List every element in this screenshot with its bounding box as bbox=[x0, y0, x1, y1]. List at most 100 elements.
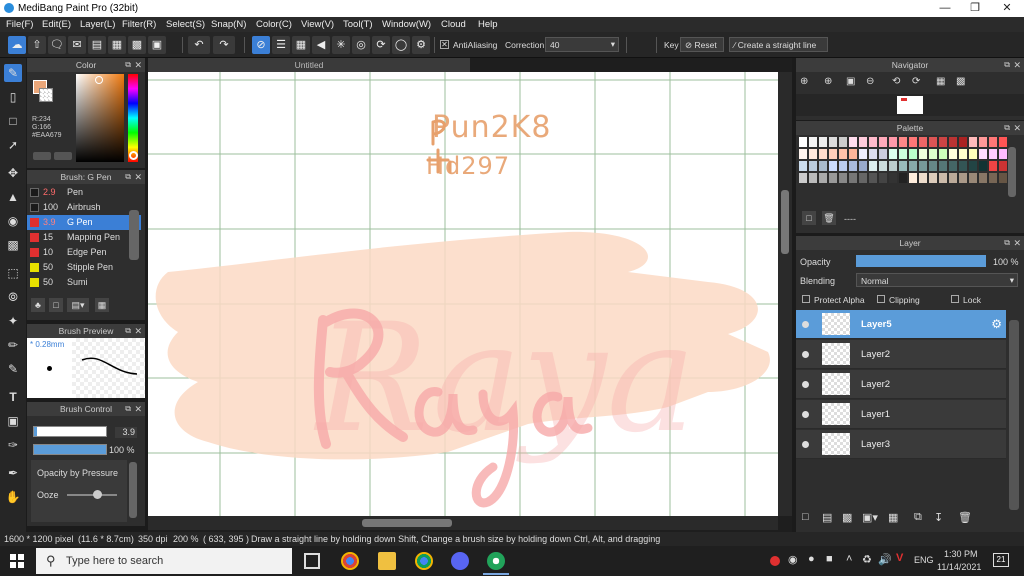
magic-wand-tool-icon[interactable]: ✦ bbox=[4, 312, 22, 330]
add-brush-icon[interactable]: ♣ bbox=[31, 298, 45, 312]
straight-line-button[interactable]: ∕ Create a straight line bbox=[729, 37, 828, 52]
layer-row[interactable]: Layer1 bbox=[796, 400, 1006, 429]
move-tool-icon[interactable]: ✥ bbox=[4, 164, 22, 182]
palette-swatch[interactable] bbox=[929, 161, 937, 171]
add-layer-menu-icon[interactable]: ▣▾ bbox=[862, 511, 878, 524]
hue-slider[interactable] bbox=[128, 74, 138, 162]
select-eraser-tool-icon[interactable]: ✎ bbox=[4, 360, 22, 378]
correction-select[interactable]: 40 ▾ bbox=[545, 37, 619, 52]
palette-swatch[interactable] bbox=[819, 137, 827, 147]
cloud-icon[interactable]: ☁ bbox=[8, 36, 26, 54]
layer-list-scrollbar[interactable] bbox=[1009, 320, 1019, 510]
new-brush-icon[interactable]: □ bbox=[49, 298, 63, 312]
palette-swatch[interactable] bbox=[839, 137, 847, 147]
eye-icon[interactable] bbox=[802, 441, 809, 448]
close-icon[interactable]: ✕ bbox=[1013, 58, 1021, 72]
clipping-checkbox[interactable] bbox=[877, 295, 885, 303]
palette-swatch[interactable] bbox=[869, 161, 877, 171]
popout-icon[interactable]: ⧉ bbox=[125, 58, 131, 72]
layer-row[interactable]: Layer3 bbox=[796, 430, 1006, 459]
layout-icon[interactable]: ▦ bbox=[108, 36, 126, 54]
palette-swatch[interactable] bbox=[949, 149, 957, 159]
brush-size-value[interactable]: 3.9 bbox=[115, 427, 137, 438]
color-picker-cursor[interactable] bbox=[95, 76, 103, 84]
minimize-button[interactable]: — bbox=[930, 0, 960, 17]
palette-swatch[interactable] bbox=[869, 137, 877, 147]
brush-settings-icon[interactable]: ▦ bbox=[95, 298, 109, 312]
menu-window[interactable]: Window(W) bbox=[382, 19, 431, 30]
palette-swatch[interactable] bbox=[969, 173, 977, 183]
popout-icon[interactable]: ⧉ bbox=[125, 402, 131, 416]
brush-item-stipple-pen[interactable]: 50 Stipple Pen bbox=[27, 260, 141, 275]
palette-swatch[interactable] bbox=[959, 149, 967, 159]
brush-size-slider[interactable] bbox=[33, 426, 107, 437]
curve-snap-icon[interactable]: ⟳ bbox=[372, 36, 390, 54]
zoom-in-icon[interactable]: ⊕ bbox=[800, 76, 815, 91]
brush-item-sumi[interactable]: 50 Sumi bbox=[27, 275, 141, 290]
eraser-tool-icon[interactable]: ▯ bbox=[4, 88, 22, 106]
view-settings-icon[interactable]: ▩ bbox=[956, 76, 971, 91]
palette-swatch[interactable] bbox=[819, 149, 827, 159]
layer-row[interactable]: Layer2 bbox=[796, 370, 1006, 399]
brush-tool-icon[interactable]: ✎ bbox=[4, 64, 22, 82]
popout-icon[interactable]: ⧉ bbox=[125, 170, 131, 184]
palette-swatch[interactable] bbox=[919, 149, 927, 159]
popout-icon[interactable]: ⧉ bbox=[1004, 236, 1010, 250]
close-icon[interactable]: ✕ bbox=[134, 402, 142, 416]
layer-opacity-slider[interactable] bbox=[856, 255, 986, 267]
palette-swatch[interactable] bbox=[889, 173, 897, 183]
palette-swatch[interactable] bbox=[979, 161, 987, 171]
protect-alpha-checkbox[interactable] bbox=[802, 295, 810, 303]
navigator-preview[interactable] bbox=[796, 94, 1024, 116]
vertical-scroll-thumb[interactable] bbox=[781, 190, 789, 254]
palette-swatch[interactable] bbox=[959, 173, 967, 183]
grid-snap-icon[interactable]: ▦ bbox=[292, 36, 310, 54]
palette-swatch[interactable] bbox=[939, 137, 947, 147]
tray-app-icon[interactable]: ■ bbox=[826, 553, 833, 565]
volume-icon[interactable]: 🔊 bbox=[878, 553, 892, 566]
palette-scrollbar[interactable] bbox=[1008, 147, 1016, 197]
palette-swatch[interactable] bbox=[969, 161, 977, 171]
document-tab[interactable]: Untitled bbox=[148, 58, 470, 72]
merge-layer-icon[interactable]: ↧ bbox=[934, 511, 943, 524]
popout-icon[interactable]: ⧉ bbox=[1004, 121, 1010, 135]
palette-swatch[interactable] bbox=[979, 137, 987, 147]
folder-icon[interactable]: ▦ bbox=[888, 511, 898, 524]
notification-icon[interactable]: 21 bbox=[993, 553, 1009, 567]
palette-swatch[interactable] bbox=[829, 149, 837, 159]
palette-swatch[interactable] bbox=[819, 173, 827, 183]
palette-swatch[interactable] bbox=[829, 137, 837, 147]
palette-swatch[interactable] bbox=[889, 137, 897, 147]
palette-swatch[interactable] bbox=[899, 137, 907, 147]
palette-swatch[interactable] bbox=[979, 149, 987, 159]
layer-row[interactable]: Layer2 bbox=[796, 340, 1006, 369]
palette-swatch[interactable] bbox=[999, 161, 1007, 171]
palette-swatch[interactable] bbox=[979, 173, 987, 183]
tray-app-icon[interactable]: ● bbox=[808, 553, 815, 565]
select-tool-icon[interactable]: ⬚ bbox=[4, 264, 22, 282]
canvas-vertical-scrollbar[interactable] bbox=[778, 72, 792, 516]
eye-icon[interactable] bbox=[802, 321, 809, 328]
brush-control-scrollbar[interactable] bbox=[129, 462, 137, 518]
popout-icon[interactable]: ⧉ bbox=[1004, 58, 1010, 72]
color-swap-button[interactable] bbox=[54, 152, 72, 160]
hue-handle[interactable] bbox=[129, 151, 138, 160]
palette-swatch[interactable] bbox=[909, 137, 917, 147]
close-icon[interactable]: ✕ bbox=[1013, 121, 1021, 135]
undo-icon[interactable]: ↶ bbox=[188, 36, 210, 54]
grid-view-icon[interactable]: ▩ bbox=[128, 36, 146, 54]
palette-swatch[interactable] bbox=[869, 149, 877, 159]
palette-swatch[interactable] bbox=[909, 149, 917, 159]
antialias-checkbox[interactable]: ✕ bbox=[440, 40, 449, 49]
new-halftone-layer-icon[interactable]: ▩ bbox=[842, 511, 852, 524]
curve-tool-icon[interactable]: ➚ bbox=[4, 136, 22, 154]
task-view-icon[interactable] bbox=[304, 553, 320, 569]
gear-icon[interactable]: ⚙ bbox=[991, 317, 1002, 331]
operation-tool-icon[interactable]: ▣ bbox=[4, 412, 22, 430]
palette-swatch[interactable] bbox=[859, 161, 867, 171]
bucket-tool-icon[interactable]: ◉ bbox=[4, 212, 22, 230]
language-indicator[interactable]: ENG bbox=[914, 555, 934, 565]
maximize-button[interactable]: ❐ bbox=[960, 0, 990, 17]
radial-snap-icon[interactable]: ✳ bbox=[332, 36, 350, 54]
fit-view-icon[interactable]: ▣ bbox=[846, 76, 861, 91]
